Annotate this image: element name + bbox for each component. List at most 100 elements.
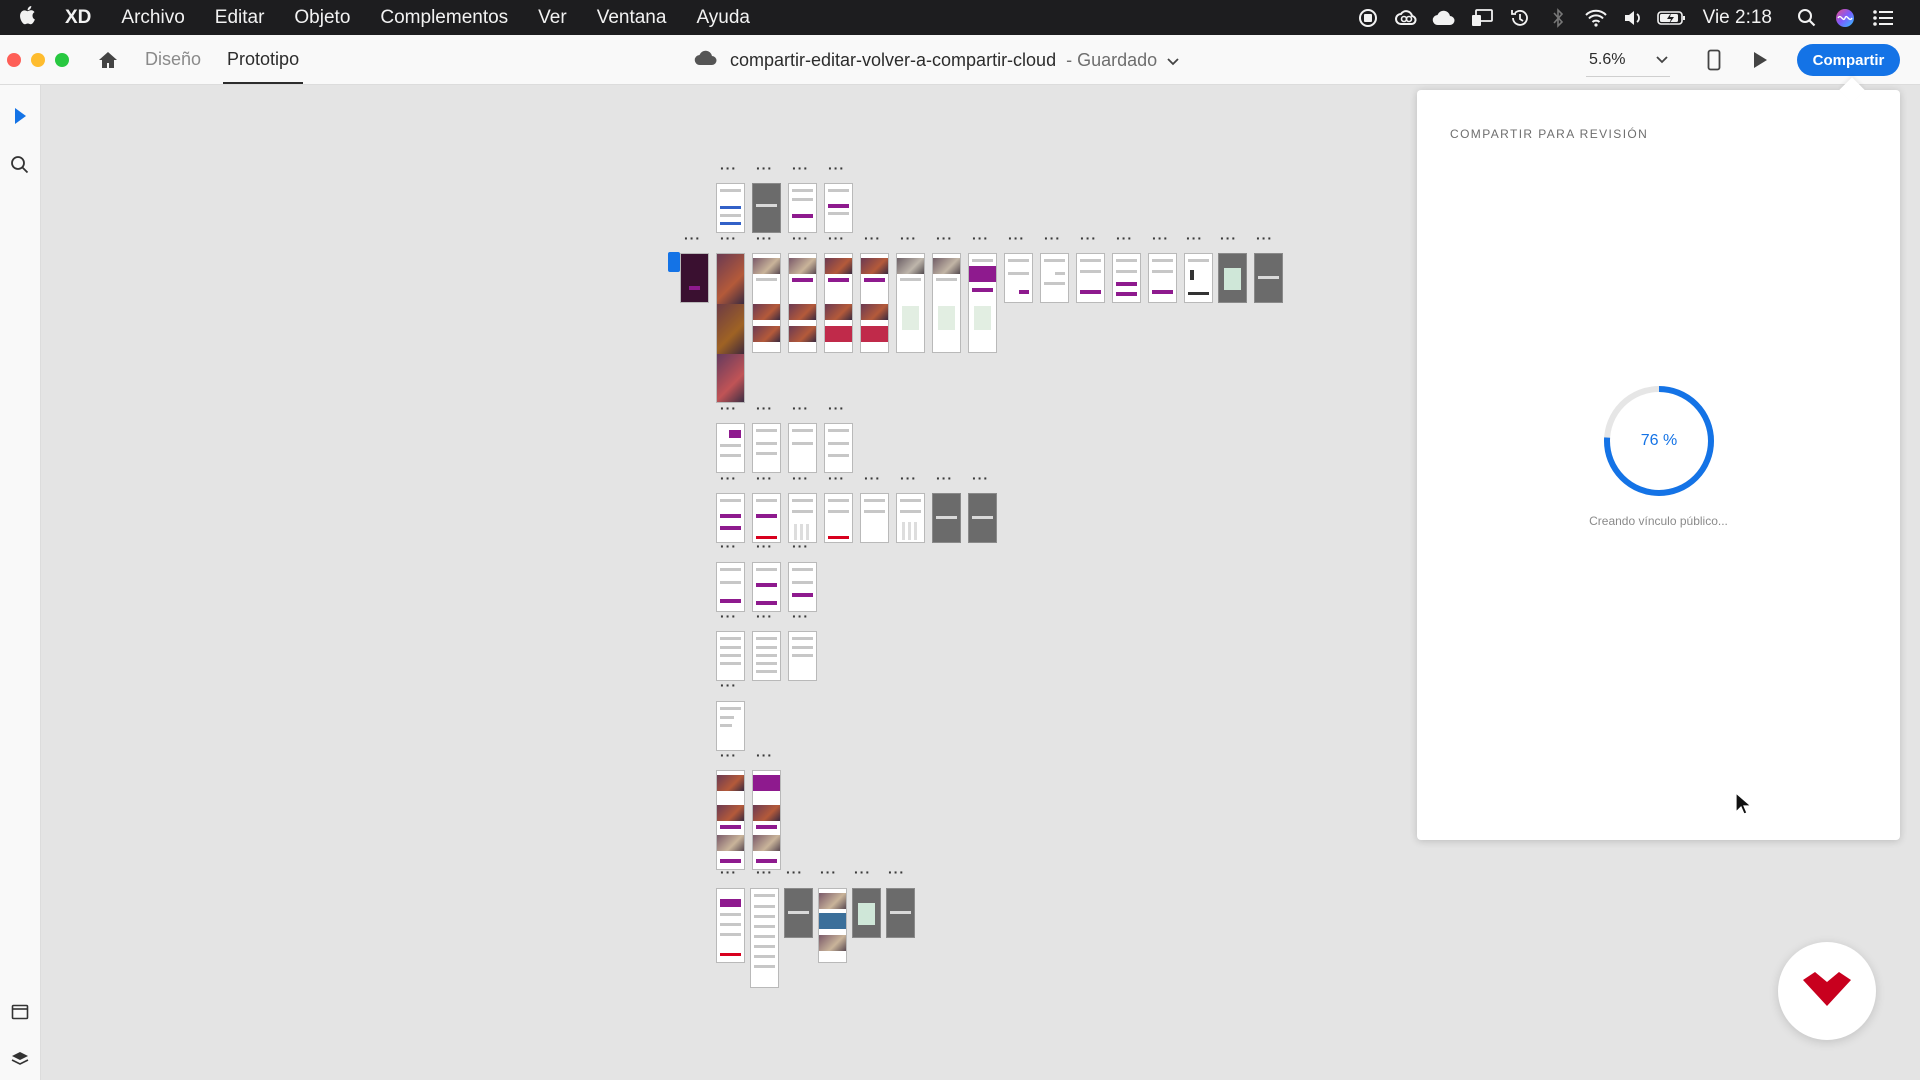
artboard-thumbnail[interactable]	[716, 888, 745, 963]
artboard-thumbnail[interactable]	[1148, 253, 1177, 303]
artboard-thumbnail[interactable]	[716, 183, 745, 233]
apple-menu-icon[interactable]	[4, 5, 50, 31]
artboard-options-icon[interactable]: ···	[756, 864, 773, 880]
artboard-thumbnail[interactable]	[824, 183, 853, 233]
artboard-options-icon[interactable]: ···	[756, 230, 773, 246]
select-tool-icon[interactable]	[5, 101, 35, 131]
document-title-area[interactable]: compartir-editar-volver-a-compartir-clou…	[694, 35, 1179, 85]
artboard-thumbnail[interactable]	[750, 888, 779, 988]
bluetooth-icon[interactable]	[1539, 0, 1577, 35]
artboard-thumbnail[interactable]	[752, 631, 781, 681]
artboard-options-icon[interactable]: ···	[756, 538, 773, 554]
artboard-thumbnail[interactable]	[788, 493, 817, 543]
tab-diseno[interactable]: Diseño	[141, 35, 205, 85]
artboard-thumbnail[interactable]	[1040, 253, 1069, 303]
brand-logo-button[interactable]	[1778, 942, 1876, 1040]
menu-app-name[interactable]: XD	[50, 7, 106, 29]
artboard-options-icon[interactable]: ···	[864, 230, 881, 246]
layers-icon[interactable]	[5, 1044, 35, 1074]
artboard-options-icon[interactable]: ···	[1044, 230, 1061, 246]
artboard-thumbnail[interactable]	[752, 183, 781, 233]
time-machine-icon[interactable]	[1501, 0, 1539, 35]
artboard-thumbnail[interactable]	[716, 770, 745, 870]
artboard-options-icon[interactable]: ···	[900, 470, 917, 486]
menu-ver[interactable]: Ver	[523, 7, 582, 29]
artboard-thumbnail[interactable]	[968, 253, 997, 353]
artboard-options-icon[interactable]: ···	[972, 470, 989, 486]
artboard-thumbnail[interactable]	[752, 562, 781, 612]
artboard-options-icon[interactable]: ···	[900, 230, 917, 246]
artboard-thumbnail[interactable]	[968, 493, 997, 543]
menu-editar[interactable]: Editar	[200, 7, 280, 29]
artboard-options-icon[interactable]: ···	[756, 747, 773, 763]
artboard-thumbnail[interactable]	[932, 253, 961, 353]
artboard-thumbnail[interactable]	[1218, 253, 1247, 303]
battery-icon[interactable]	[1653, 0, 1691, 35]
artboard-options-icon[interactable]: ···	[854, 864, 871, 880]
record-icon[interactable]	[1349, 0, 1387, 35]
artboard-options-icon[interactable]: ···	[756, 400, 773, 416]
artboard-thumbnail[interactable]	[716, 253, 745, 403]
artboard-options-icon[interactable]: ···	[828, 160, 845, 176]
home-icon[interactable]	[93, 45, 123, 75]
chevron-down-icon[interactable]	[1167, 50, 1179, 71]
artboard-thumbnail[interactable]	[752, 770, 781, 870]
artboard-options-icon[interactable]: ···	[828, 470, 845, 486]
artboard-options-icon[interactable]: ···	[720, 677, 737, 693]
artboard-options-icon[interactable]: ···	[720, 608, 737, 624]
artboard-thumbnail[interactable]	[788, 253, 817, 353]
artboard-options-icon[interactable]: ···	[1220, 230, 1237, 246]
spotlight-icon[interactable]	[1788, 0, 1826, 35]
artboard-thumbnail[interactable]	[752, 253, 781, 353]
artboard-options-icon[interactable]: ···	[888, 864, 905, 880]
artboard-options-icon[interactable]: ···	[1152, 230, 1169, 246]
artboard-thumbnail[interactable]	[886, 888, 915, 938]
artboard-options-icon[interactable]: ···	[720, 230, 737, 246]
artboard-thumbnail[interactable]	[860, 253, 889, 353]
artboard-thumbnail[interactable]	[860, 493, 889, 543]
artboard-thumbnail[interactable]	[852, 888, 881, 938]
artboard-thumbnail[interactable]	[932, 493, 961, 543]
artboard-options-icon[interactable]: ···	[972, 230, 989, 246]
artboard-thumbnail[interactable]	[824, 253, 853, 353]
menu-objeto[interactable]: Objeto	[279, 7, 365, 29]
menu-ayuda[interactable]: Ayuda	[681, 7, 765, 29]
artboard-options-icon[interactable]: ···	[756, 608, 773, 624]
artboard-options-icon[interactable]: ···	[1116, 230, 1133, 246]
artboard-options-icon[interactable]: ···	[786, 864, 803, 880]
artboard-options-icon[interactable]: ···	[1186, 230, 1203, 246]
assets-panel-icon[interactable]	[5, 997, 35, 1027]
artboard-options-icon[interactable]: ···	[936, 230, 953, 246]
volume-icon[interactable]	[1615, 0, 1653, 35]
artboard-thumbnail[interactable]	[716, 493, 745, 543]
artboard-options-icon[interactable]: ···	[756, 160, 773, 176]
menu-clock[interactable]: Vie 2:18	[1691, 7, 1788, 29]
device-preview-icon[interactable]	[1700, 46, 1728, 74]
artboard-options-icon[interactable]: ···	[720, 400, 737, 416]
creative-cloud-icon[interactable]	[1387, 0, 1425, 35]
minimize-window-button[interactable]	[31, 52, 45, 67]
selection-handle[interactable]	[668, 252, 680, 272]
play-icon[interactable]	[1746, 46, 1774, 74]
artboard-options-icon[interactable]: ···	[864, 470, 881, 486]
artboard-options-icon[interactable]: ···	[792, 538, 809, 554]
artboard-thumbnail[interactable]	[1254, 253, 1283, 303]
artboard-options-icon[interactable]: ···	[828, 230, 845, 246]
artboard-options-icon[interactable]: ···	[1008, 230, 1025, 246]
artboard-options-icon[interactable]: ···	[756, 470, 773, 486]
artboard-thumbnail[interactable]	[788, 423, 817, 473]
display-icon[interactable]	[1463, 0, 1501, 35]
zoom-window-button[interactable]	[55, 52, 69, 67]
artboard-options-icon[interactable]: ···	[720, 538, 737, 554]
artboard-options-icon[interactable]: ···	[720, 747, 737, 763]
tab-prototipo[interactable]: Prototipo	[223, 35, 304, 85]
artboard-options-icon[interactable]: ···	[720, 470, 737, 486]
zoom-select[interactable]: 5.6%	[1586, 43, 1670, 77]
artboard-options-icon[interactable]: ···	[684, 230, 701, 246]
artboard-thumbnail[interactable]	[716, 562, 745, 612]
artboard-options-icon[interactable]: ···	[1080, 230, 1097, 246]
menu-archivo[interactable]: Archivo	[106, 7, 199, 29]
artboard-thumbnail[interactable]	[896, 253, 925, 353]
artboard-options-icon[interactable]: ···	[792, 400, 809, 416]
artboard-options-icon[interactable]: ···	[820, 864, 837, 880]
